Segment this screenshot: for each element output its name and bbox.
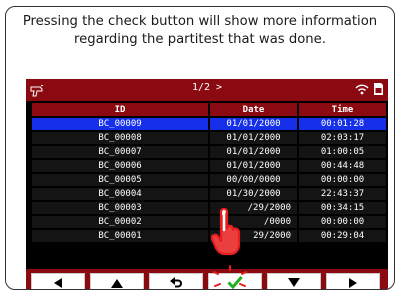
cell-time: 00:34:15 xyxy=(297,202,386,214)
cell-date: 01/01/2000 xyxy=(208,160,297,172)
device-screen: 1/2 > ID Date Time BC_00009 01/01/2000 0… xyxy=(26,79,388,289)
cell-id: BC_00005 xyxy=(30,174,208,186)
table-row[interactable]: BC_00004 01/30/2000 22:43:37 xyxy=(30,188,386,200)
cell-id: BC_00009 xyxy=(30,118,208,130)
return-arrow-icon xyxy=(169,274,183,289)
left-triangle-icon xyxy=(52,274,64,289)
cell-id: BC_00004 xyxy=(30,188,208,200)
cell-date: 00/00/0000 xyxy=(208,174,297,186)
cell-time: 22:43:37 xyxy=(297,188,386,200)
cell-id: BC_00006 xyxy=(30,160,208,172)
cell-time: 01:00:05 xyxy=(297,146,386,158)
bottom-toolbar xyxy=(26,269,388,289)
down-triangle-icon xyxy=(287,274,301,289)
cell-id: BC_00002 xyxy=(30,216,208,228)
sd-card-icon xyxy=(373,81,384,100)
cell-id: BC_00001 xyxy=(30,230,208,242)
cell-date: 01/01/2000 xyxy=(208,132,297,144)
caption-text: Pressing the check button will show more… xyxy=(22,14,378,47)
left-arrow-button[interactable] xyxy=(31,273,85,289)
table-row[interactable]: BC_00002 /0000 00:00:00 xyxy=(30,216,386,228)
table-row[interactable]: BC_00007 01/01/2000 01:00:05 xyxy=(30,146,386,158)
down-arrow-button[interactable] xyxy=(267,273,321,289)
table-row[interactable]: BC_00009 01/01/2000 00:01:28 xyxy=(30,118,386,130)
page-indicator[interactable]: 1/2 > xyxy=(26,82,388,93)
screen-top-bar: 1/2 > xyxy=(26,79,388,101)
table-row[interactable]: BC_00005 00/00/0000 00:00:00 xyxy=(30,174,386,186)
cell-time: 00:00:00 xyxy=(297,174,386,186)
table-row[interactable]: BC_00003 /29/2000 00:34:15 xyxy=(30,202,386,214)
wifi-icon xyxy=(354,81,370,100)
cell-id: BC_00008 xyxy=(30,132,208,144)
cell-id: BC_00003 xyxy=(30,202,208,214)
table-header-row: ID Date Time xyxy=(30,103,386,116)
up-triangle-icon xyxy=(110,274,124,289)
cell-date: 01/30/2000 xyxy=(208,188,297,200)
results-table: ID Date Time BC_00009 01/01/2000 00:01:2… xyxy=(30,101,386,244)
cell-time: 00:01:28 xyxy=(297,118,386,130)
column-header-date[interactable]: Date xyxy=(208,103,297,116)
column-header-time[interactable]: Time xyxy=(297,103,386,116)
cell-time: 00:00:00 xyxy=(297,216,386,228)
back-button[interactable] xyxy=(149,273,203,289)
table-row[interactable]: BC_00006 01/01/2000 00:44:48 xyxy=(30,160,386,172)
cell-id: BC_00007 xyxy=(30,146,208,158)
right-triangle-icon xyxy=(347,274,359,289)
cell-time: 00:44:48 xyxy=(297,160,386,172)
table-row[interactable]: BC_00008 01/01/2000 02:03:17 xyxy=(30,132,386,144)
instruction-panel: Pressing the check button will show more… xyxy=(5,6,395,290)
cell-date: 01/01/2000 xyxy=(208,118,297,130)
column-header-id[interactable]: ID xyxy=(30,103,208,116)
pointing-hand-icon xyxy=(211,208,241,256)
right-arrow-button[interactable] xyxy=(326,273,380,289)
up-arrow-button[interactable] xyxy=(90,273,144,289)
cell-time: 00:29:04 xyxy=(297,230,386,242)
cell-time: 02:03:17 xyxy=(297,132,386,144)
cell-date: 01/01/2000 xyxy=(208,146,297,158)
